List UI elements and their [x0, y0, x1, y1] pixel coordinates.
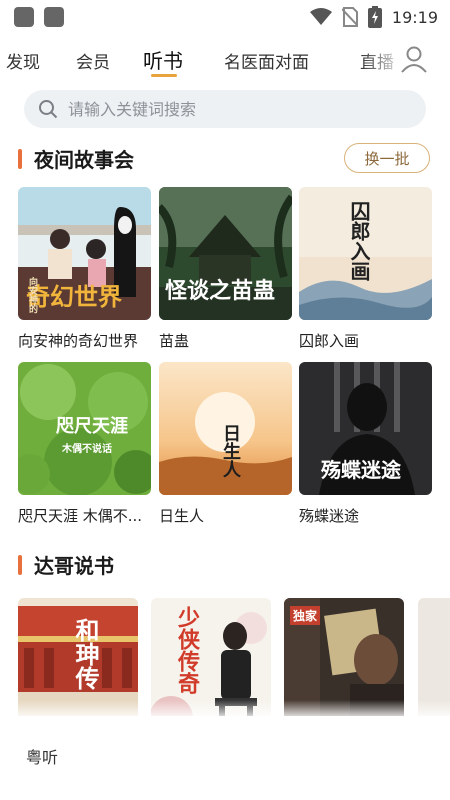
- story-card[interactable]: 日生人 日生人: [159, 362, 292, 526]
- tab-doctors[interactable]: 名医面对面: [224, 48, 309, 73]
- story-card[interactable]: 咫尺天涯 木偶不说话 咫尺天涯 木偶不...: [18, 362, 151, 526]
- cover-title: 殇蝶迷途: [321, 458, 401, 482]
- cover-title: 奇幻世界: [26, 282, 122, 311]
- user-icon[interactable]: [400, 45, 428, 73]
- cover-title: 咫尺天涯: [56, 416, 128, 437]
- section-accent-bar: [18, 555, 22, 575]
- cover-title: 囚郎入画: [347, 201, 371, 281]
- cover-title: 怪谈之苗蛊: [165, 278, 276, 304]
- cover-subtitle: 向安神的: [27, 277, 37, 313]
- cover-title: 少侠传奇: [174, 606, 200, 694]
- app-icon: [14, 7, 34, 27]
- cover-subtitle: 木偶不说话: [62, 444, 112, 455]
- battery-charging-icon: [367, 6, 382, 28]
- section-accent-bar: [18, 149, 22, 169]
- story-card[interactable]: 怪谈之苗蛊 苗蛊: [159, 187, 292, 351]
- tab-audiobooks[interactable]: 听书: [143, 45, 183, 74]
- story-title: 囚郎入画: [299, 332, 360, 350]
- story-title: 苗蛊: [159, 332, 190, 350]
- status-bar: 19:19: [0, 0, 450, 34]
- story-title: 殇蝶迷途: [299, 507, 360, 525]
- story-cover: 日生人: [159, 362, 292, 495]
- story-title: 向安神的奇幻世界: [18, 332, 139, 350]
- no-sim-icon: [341, 7, 358, 27]
- story-cover: 咫尺天涯 木偶不说话: [18, 362, 151, 495]
- active-tab-indicator: [151, 74, 177, 77]
- story-card[interactable]: 奇幻世界 向安神的 向安神的奇幻世界: [18, 187, 151, 351]
- section-title: 夜间故事会: [34, 148, 134, 172]
- clock: 19:19: [391, 7, 438, 27]
- night-story-header: 夜间故事会 换一批: [0, 143, 450, 177]
- app-icon: [44, 7, 64, 27]
- story-cover: 殇蝶迷途: [299, 362, 432, 495]
- section-title: 达哥说书: [34, 554, 114, 578]
- tab-vip[interactable]: 会员: [76, 48, 110, 73]
- tabs-fade: [361, 40, 405, 76]
- story-title: 日生人: [159, 507, 205, 525]
- search-icon: [39, 100, 58, 119]
- story-card[interactable]: 囚郎入画 囚郎入画: [299, 187, 432, 351]
- story-cover: 奇幻世界 向安神的: [18, 187, 151, 320]
- search-bar[interactable]: [24, 90, 426, 128]
- refresh-button[interactable]: 换一批: [344, 143, 430, 173]
- story-cover: 囚郎入画: [299, 187, 432, 320]
- wifi-icon: [309, 8, 332, 25]
- cover-title: 和珅传: [71, 618, 100, 690]
- search-input[interactable]: [68, 90, 408, 128]
- story-title: 咫尺天涯 木偶不...: [18, 507, 143, 525]
- story-card[interactable]: 殇蝶迷途 殇蝶迷途: [299, 362, 432, 526]
- story-cover: 怪谈之苗蛊: [159, 187, 292, 320]
- cover-title: 日生人: [220, 424, 241, 478]
- bottom-player-bar[interactable]: 粤听: [0, 716, 450, 800]
- exclusive-badge: 独家: [290, 606, 321, 625]
- dage-story-header: 达哥说书: [0, 549, 450, 583]
- tab-discover[interactable]: 发现: [6, 48, 40, 73]
- bottom-player-label: 粤听: [26, 748, 59, 767]
